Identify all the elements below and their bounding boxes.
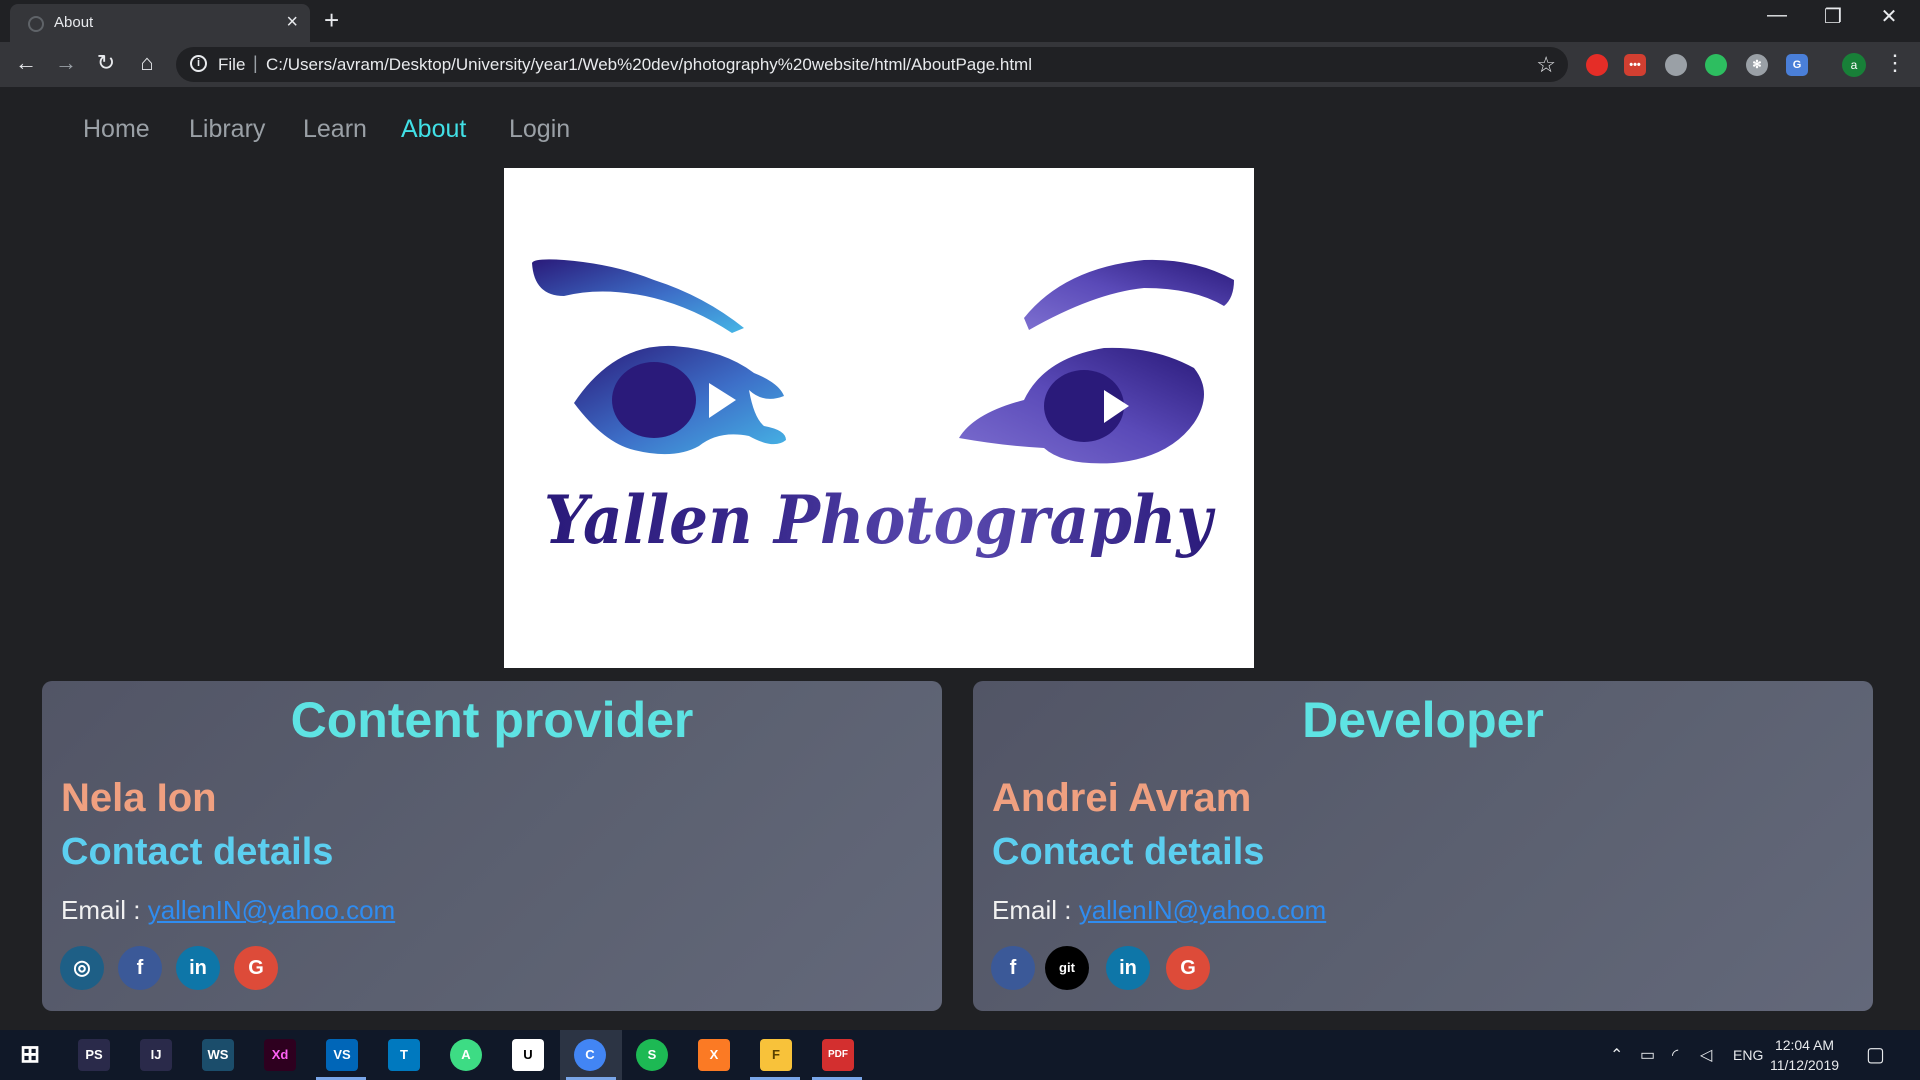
card-heading: Content provider xyxy=(290,692,694,748)
webstorm-icon[interactable]: WS xyxy=(202,1039,234,1071)
email-label: Email : xyxy=(992,895,1079,925)
reload-button[interactable]: ↻ xyxy=(90,50,122,76)
bookmark-star-icon[interactable]: ☆ xyxy=(1536,52,1556,78)
url-separator: | xyxy=(253,53,258,73)
chrome-icon[interactable]: C xyxy=(574,1039,606,1071)
google-icon[interactable]: G xyxy=(234,946,278,990)
profile-avatar[interactable]: a xyxy=(1842,53,1866,77)
facebook-icon[interactable]: f xyxy=(118,946,162,990)
vscode-icon[interactable]: VS xyxy=(326,1039,358,1071)
content-provider-card: Content provider Nela Ion Contact detail… xyxy=(42,681,942,1011)
page-viewport: Home Library Learn About Login Yallen Ph… xyxy=(0,87,1920,1020)
intellij-icon[interactable]: IJ xyxy=(140,1039,172,1071)
extension-translate-icon[interactable]: G xyxy=(1786,54,1808,76)
tab-strip: About × + — ❐ ✕ xyxy=(0,0,1920,42)
instagram-icon[interactable]: ◎ xyxy=(60,946,104,990)
site-logo: Yallen Photography xyxy=(504,168,1254,668)
extension-lastpass-icon[interactable]: ••• xyxy=(1624,54,1646,76)
google-icon[interactable]: G xyxy=(1166,946,1210,990)
volume-icon[interactable]: ◁ xyxy=(1700,1045,1712,1065)
file-explorer-icon[interactable]: F xyxy=(760,1039,792,1071)
language-indicator[interactable]: ENG xyxy=(1733,1047,1763,1063)
restore-button[interactable]: ❐ xyxy=(1810,4,1856,29)
contact-heading: Contact details xyxy=(61,831,334,873)
acrobat-icon[interactable]: PDF xyxy=(822,1039,854,1071)
email-label: Email : xyxy=(61,895,148,925)
extension-settings-icon[interactable]: ✻ xyxy=(1746,54,1768,76)
facebook-icon[interactable]: f xyxy=(991,946,1035,990)
email-row: Email : yallenIN@yahoo.com xyxy=(61,895,395,926)
browser-menu-icon[interactable]: ⋮ xyxy=(1884,50,1906,76)
home-button[interactable]: ⌂ xyxy=(131,50,163,76)
notifications-icon[interactable]: ▢ xyxy=(1866,1042,1885,1067)
email-link[interactable]: yallenIN@yahoo.com xyxy=(148,895,396,925)
close-tab-icon[interactable]: × xyxy=(286,11,298,34)
minimize-button[interactable]: — xyxy=(1754,4,1800,27)
nav-link-home[interactable]: Home xyxy=(83,115,150,144)
nav-link-about[interactable]: About xyxy=(401,115,466,144)
address-bar[interactable]: i File | C:/Users/avram/Desktop/Universi… xyxy=(176,47,1568,82)
tray-chevron-icon[interactable]: ⌃ xyxy=(1610,1045,1623,1065)
developer-card: Developer Andrei Avram Contact details E… xyxy=(973,681,1873,1011)
nav-link-login[interactable]: Login xyxy=(509,115,570,144)
battery-icon[interactable]: ▭ xyxy=(1640,1045,1655,1065)
left-brow-shape xyxy=(532,259,744,333)
card-heading: Developer xyxy=(1302,692,1544,748)
close-window-button[interactable]: ✕ xyxy=(1866,4,1912,29)
phpstorm-icon[interactable]: PS xyxy=(78,1039,110,1071)
linkedin-icon[interactable]: in xyxy=(1106,946,1150,990)
forward-button[interactable]: → xyxy=(50,50,82,76)
extension-evernote-icon[interactable] xyxy=(1705,54,1727,76)
clock-time: 12:04 AM xyxy=(1774,1037,1835,1053)
nav-link-learn[interactable]: Learn xyxy=(303,115,367,144)
extension-circle-icon[interactable] xyxy=(1665,54,1687,76)
url-text[interactable]: C:/Users/avram/Desktop/University/year1/… xyxy=(266,55,1032,75)
contact-heading: Contact details xyxy=(992,831,1265,873)
trello-icon[interactable]: T xyxy=(388,1039,420,1071)
spotify-icon[interactable]: S xyxy=(636,1039,668,1071)
right-brow-shape xyxy=(1024,259,1234,330)
new-tab-button[interactable]: + xyxy=(324,5,339,36)
windows-start-icon[interactable]: ⊞ xyxy=(14,1039,46,1071)
globe-icon xyxy=(28,16,44,32)
tab-title: About xyxy=(54,14,94,31)
system-clock[interactable]: 12:04 AM 11/12/2019 xyxy=(1770,1035,1839,1075)
logo-wordmark: Yallen Photography xyxy=(544,481,1216,559)
browser-toolbar: ← → ↻ ⌂ i File | C:/Users/avram/Desktop/… xyxy=(0,42,1920,87)
wifi-icon[interactable]: ◜ xyxy=(1672,1045,1678,1065)
extension-adblock-icon[interactable] xyxy=(1586,54,1608,76)
email-link[interactable]: yallenIN@yahoo.com xyxy=(1079,895,1327,925)
info-icon[interactable]: i xyxy=(190,55,207,72)
email-row: Email : yallenIN@yahoo.com xyxy=(992,895,1326,926)
nav-link-library[interactable]: Library xyxy=(189,115,265,144)
url-scheme: File xyxy=(218,55,246,74)
clock-date: 11/12/2019 xyxy=(1770,1057,1840,1073)
person-name: Andrei Avram xyxy=(992,776,1252,820)
linkedin-icon[interactable]: in xyxy=(176,946,220,990)
back-button[interactable]: ← xyxy=(10,50,42,76)
tab-about[interactable]: About × xyxy=(10,4,310,42)
git-icon[interactable]: git xyxy=(1045,946,1089,990)
person-name: Nela Ion xyxy=(61,776,217,820)
unity-icon[interactable]: U xyxy=(512,1039,544,1071)
windows-taskbar: ⊞ PS IJ WS Xd VS T A U C S X F PDF ⌃ ▭ ◜… xyxy=(0,1030,1920,1080)
android-studio-icon[interactable]: A xyxy=(450,1039,482,1071)
adobe-xd-icon[interactable]: Xd xyxy=(264,1039,296,1071)
xampp-icon[interactable]: X xyxy=(698,1039,730,1071)
